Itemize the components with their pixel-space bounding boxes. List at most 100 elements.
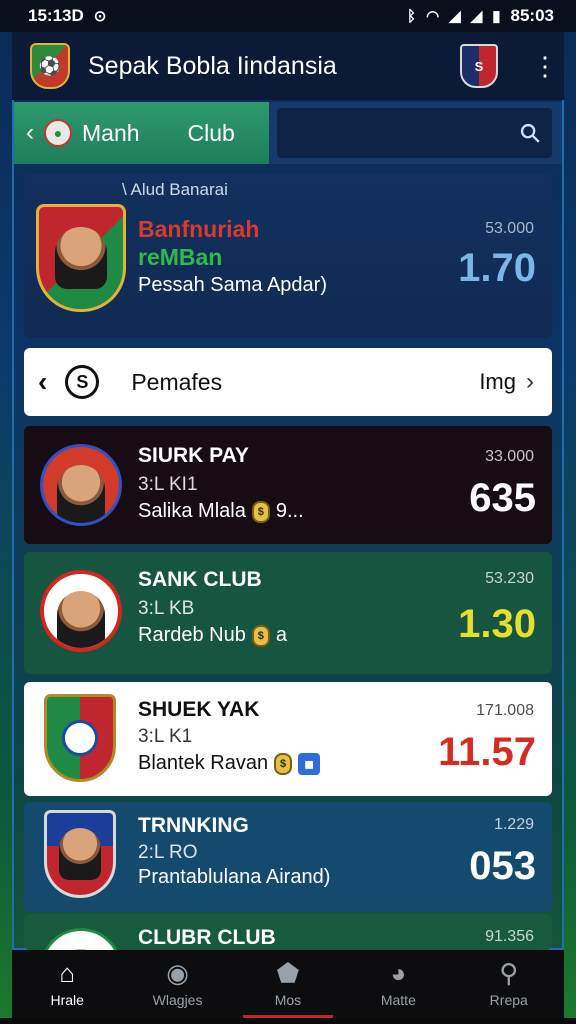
bluetooth-icon: ᛒ [407,7,417,25]
club-badge-icon[interactable]: S [460,44,498,88]
search-bar[interactable]: ⚲ [276,108,552,158]
coin-icon: $ [274,752,293,775]
card-line: Rardeb Nub $ a [138,624,287,647]
featured-tag: \ Alud Banarai [122,180,228,199]
card-line-text: Rardeb Nub [138,624,246,646]
card-line-text: Prantablulana Airand) [138,866,331,888]
card-score: 1.30 [458,602,536,646]
more-options-icon[interactable]: ⋮ [532,53,558,79]
bottom-nav: ⌂ Hrale ◉ Wlagjes ⬟ Mos ◕ Matte ⚲ Rrepa [12,950,564,1018]
player-card[interactable]: SIURK PAY 3:L KI1 Salika Mlala $ 9... 33… [24,426,552,544]
card-small-value: 33.000 [485,448,534,465]
pref-right-label: Img [479,369,516,394]
featured-player-card[interactable]: \ Alud Banarai Banfnuriah reMBan Pessah … [24,174,552,338]
card-subtitle: 3:L KB [138,598,195,619]
card-subtitle: 3:L KI1 [138,474,198,495]
card-title: TRNNKING [138,814,249,837]
featured-small-value: 53.000 [485,220,534,237]
card-title: CLUBR CLUB [138,926,276,949]
card-line-suffix: a [275,624,287,646]
app-title: Sepak Bobla Iindansia [88,51,337,80]
card-subtitle: 2:L RO [138,842,198,863]
nav-match[interactable]: ◕ Matte [353,950,443,1018]
card-line: Blantek Ravan $ ◼ [138,752,321,775]
card-score: 11.57 [438,730,536,774]
player-card[interactable]: SHUEK YAK 3:L K1 Blantek Ravan $ ◼ 171.0… [24,682,552,796]
nav-search[interactable]: ⚲ Rrepa [464,950,554,1018]
card-subtitle: 3:L K1 [138,726,193,747]
player-avatar [40,444,122,526]
app-bar: ⚽ Sepak Bobla Iindansia S ⋮ [12,32,564,100]
card-line: Salika Mlala $ 9... [138,500,304,523]
nav-label: Wlagjes [152,992,203,1008]
card-title: SIURK PAY [138,444,249,467]
player-avatar [40,928,122,950]
nav-label: Hrale [50,992,84,1008]
nav-label: Matte [380,992,416,1008]
nav-label: Mos [274,992,302,1008]
tab-club[interactable]: Club [188,120,235,147]
coin-icon: $ [251,500,270,523]
pref-title: Pemafes [131,368,223,395]
player-face-icon [57,591,105,648]
status-time-right: 85:03 [510,6,554,25]
card-small-value: 53.230 [485,570,534,587]
ball-icon: ◉ [166,958,189,988]
card-title: SANK CLUB [138,568,262,591]
shirt-icon: ◼ [298,752,321,775]
club-crest-avatar [44,694,116,782]
tab-group: ‹ ● Manh Club [14,102,269,164]
card-score: 635 [469,476,536,520]
player-card[interactable]: SANK CLUB 3:L KB Rardeb Nub $ a 53.230 1… [24,552,552,674]
wifi-icon: ◠ [426,8,440,25]
search-input[interactable] [276,108,521,158]
preferences-row[interactable]: ‹ S Pemafes Img › [24,348,552,416]
nav-label: Rrepa [489,992,528,1008]
tab-match[interactable]: Manh [82,120,140,147]
featured-score: 1.70 [458,246,536,290]
player-shield-avatar [44,810,116,898]
featured-name-red: Banfnuriah [138,216,260,242]
status-time: 15:13D [28,6,84,25]
featured-subtitle: Pessah Sama Apdar) [138,274,327,296]
app-logo-icon: ⚽ [30,43,70,89]
back-chevron-icon[interactable]: ‹ [26,119,34,147]
player-face-icon [57,465,105,523]
card-small-value: 1.229 [493,816,534,833]
nav-home[interactable]: ⌂ Hrale [22,950,112,1018]
card-line-text: Salika Mlala [138,500,246,522]
badge-icon: ⬟ [276,958,300,988]
player-avatar [40,570,122,652]
pref-logo-icon: S [65,365,100,399]
card-title: SHUEK YAK [138,698,260,721]
crest-ball-icon [62,720,98,756]
featured-name-green: reMBan [138,244,223,270]
card-small-value: 91.356 [485,928,534,945]
signal-icon-2: ◢ [470,8,483,25]
card-line: Prantablulana Airand) [138,866,330,889]
player-card[interactable]: CLUBR CLUB 91.356 [24,914,552,950]
player-face-icon [59,828,101,880]
prev-chevron-icon[interactable]: ‹ [38,366,47,398]
player-card[interactable]: TRNNKING 2:L RO Prantablulana Airand) 1.… [24,802,552,912]
club-crest-icon: ● [44,119,72,147]
home-icon: ⌂ [59,958,76,988]
coin-icon: $ [251,624,270,647]
player-face-icon [55,227,107,289]
card-line-suffix: 9... [275,500,304,522]
card-score: 053 [469,844,536,888]
nav-mos[interactable]: ⬟ Mos [242,950,333,1018]
status-bar: 15:13D ⊙ ᛒ ◠ ◢ ◢ ▮ 85:03 [0,0,576,32]
sync-icon: ⊙ [93,8,107,25]
card-line-text: Blantek Ravan [138,752,269,774]
search-icon: ⚲ [499,958,519,988]
signal-icon: ◢ [449,8,461,25]
next-chevron-icon[interactable]: › [526,368,534,396]
nav-leagues[interactable]: ◉ Wlagjes [133,950,223,1018]
tab-search-row: ‹ ● Manh Club ⚲ [14,102,562,164]
face-icon: ◕ [390,958,407,988]
card-small-value: 171.008 [476,702,534,719]
player-shield-avatar [36,204,126,312]
system-home-bar [0,1018,576,1024]
battery-icon: ▮ [492,8,501,25]
